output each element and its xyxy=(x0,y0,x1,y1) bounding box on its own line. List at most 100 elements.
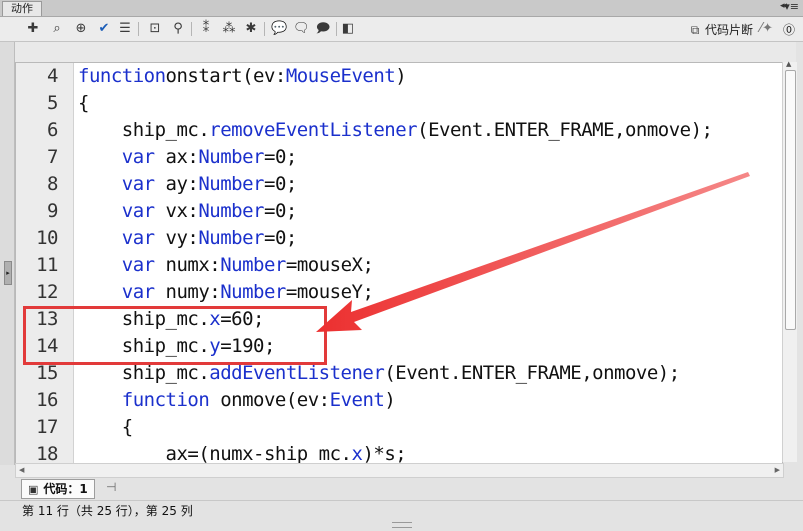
panel-menu-icon[interactable]: ▾≡ xyxy=(784,0,799,13)
code-token-fn: removeEventListener xyxy=(209,119,418,141)
code-token: =0; xyxy=(264,227,297,249)
code-token: onmove(ev: xyxy=(209,389,330,411)
code-token: )*s; xyxy=(362,443,407,464)
code-token-ty: Number xyxy=(198,146,264,168)
code-token-kw: var xyxy=(121,146,155,168)
help-icon[interactable]: ⓪ xyxy=(783,21,795,38)
code-token-kw: var xyxy=(121,173,155,195)
target-icon[interactable]: ⊕ xyxy=(73,21,89,37)
resize-grip[interactable] xyxy=(392,522,412,528)
code-token-kw: var xyxy=(121,227,155,249)
code-line[interactable]: 6 ship_mc.removeEventListener(Event.ENTE… xyxy=(16,117,782,144)
tab-code-1-label: 代码：1 xyxy=(43,482,88,496)
line-number: 6 xyxy=(47,119,58,141)
remove-comment-icon[interactable]: 🗩 xyxy=(315,21,331,37)
actions-toolbar: ✚ ⌕ ⊕ ✔ ☰ ⊡ ⚲ ⁑ ⁂ ✱ 💬 🗨 🗩 ◧ ⧉ 代码片断 ⁄✦ ⓪ xyxy=(0,17,803,42)
code-hint-icon[interactable]: ⊡ xyxy=(147,21,163,37)
find-icon[interactable]: ⌕ xyxy=(49,21,65,37)
vertical-scroll-thumb[interactable] xyxy=(785,70,796,330)
expand-all-icon[interactable]: ✱ xyxy=(243,21,259,37)
apply-block-comment-icon[interactable]: 💬 xyxy=(271,21,287,37)
code-token: ay: xyxy=(154,173,199,195)
code-line[interactable]: 12 var numy:Number=mouseY; xyxy=(16,279,782,306)
scroll-up-icon[interactable]: ▲ xyxy=(786,60,791,68)
code-area[interactable]: 4 functiononstart(ev:MouseEvent) 5{6 ship_… xyxy=(16,63,782,464)
code-text: var ax:Number=0; xyxy=(78,144,298,171)
scroll-right-icon[interactable]: ▶ xyxy=(775,464,780,477)
code-token-kw: function xyxy=(78,65,166,87)
code-line[interactable]: 7 var ax:Number=0; xyxy=(16,144,782,171)
check-syntax-icon[interactable]: ✔ xyxy=(96,21,112,37)
auto-format-icon[interactable]: ☰ xyxy=(117,21,133,37)
actions-panel: 动作 ◂◂ ▾≡ ✚ ⌕ ⊕ ✔ ☰ ⊡ ⚲ ⁑ ⁂ ✱ 💬 🗨 🗩 ◧ ⧉ 代码… xyxy=(0,0,803,531)
line-number: 16 xyxy=(36,389,58,411)
line-number: 18 xyxy=(36,443,58,464)
code-snippets-label: 代码片断 xyxy=(704,23,753,37)
code-line[interactable]: 4 functiononstart(ev:MouseEvent) xyxy=(16,63,782,90)
collapse-selection-icon[interactable]: ⁂ xyxy=(221,21,237,37)
tab-code-1[interactable]: ▣ 代码：1 xyxy=(21,479,95,499)
code-token: (Event.ENTER_FRAME,onmove); xyxy=(384,362,680,384)
code-token: vx: xyxy=(154,200,199,222)
line-number: 11 xyxy=(36,254,58,276)
collapse-braces-icon[interactable]: ⁑ xyxy=(198,21,214,37)
highlight-box xyxy=(23,306,327,365)
code-token: (Event.ENTER_FRAME,onmove); xyxy=(417,119,713,141)
code-token: ) xyxy=(395,65,407,87)
code-line[interactable]: 18 ax=(numx-ship_mc.x)*s; xyxy=(16,441,782,464)
vertical-scrollbar[interactable]: ▲ xyxy=(782,60,797,462)
add-action-icon[interactable]: ✚ xyxy=(25,21,41,37)
code-snippets-icon: ⧉ xyxy=(690,23,700,37)
code-text: function onmove(ev:Event) xyxy=(78,387,396,414)
code-text: var ay:Number=0; xyxy=(78,171,298,198)
line-number: 10 xyxy=(36,227,58,249)
code-line[interactable]: 9 var vx:Number=0; xyxy=(16,198,782,225)
code-line[interactable]: 17 { xyxy=(16,414,782,441)
code-token: ship_mc. xyxy=(78,119,210,141)
line-number: 5 xyxy=(47,92,58,114)
code-text: { xyxy=(78,414,133,441)
code-token-ty: Number xyxy=(220,281,286,303)
line-number: 4 xyxy=(47,65,58,87)
toolbar-separator xyxy=(264,22,265,36)
scroll-left-icon[interactable]: ◀ xyxy=(19,464,24,477)
code-text: functiononstart(ev:MouseEvent) xyxy=(78,63,407,90)
code-token: =0; xyxy=(264,173,297,195)
magic-wand-icon[interactable]: ⁄✦ xyxy=(760,21,773,36)
code-line[interactable]: 5{ xyxy=(16,90,782,117)
code-line[interactable]: 16 function onmove(ev:Event) xyxy=(16,387,782,414)
code-token-fn: addEventListener xyxy=(209,362,385,384)
panel-tab-actions[interactable]: 动作 xyxy=(2,1,42,16)
code-token: onstart(ev: xyxy=(165,65,287,87)
line-number: 7 xyxy=(47,146,58,168)
code-token: numy: xyxy=(154,281,221,303)
line-number: 8 xyxy=(47,173,58,195)
apply-line-comment-icon[interactable]: 🗨 xyxy=(293,21,310,37)
script-editor[interactable]: 4 functiononstart(ev:MouseEvent) 5{6 ship_… xyxy=(15,62,783,464)
code-token: =0; xyxy=(264,146,297,168)
script-tabs: ▣ 代码：1 ⊣ xyxy=(15,478,796,499)
code-token: ) xyxy=(384,389,396,411)
status-bar: 第 11 行（共 25 行），第 25 列 xyxy=(0,500,803,521)
show-hide-toolbox-icon[interactable]: ◧ xyxy=(340,21,356,37)
code-token-ty: Number xyxy=(198,227,264,249)
code-line[interactable]: 11 var numx:Number=mouseX; xyxy=(16,252,782,279)
code-text: { xyxy=(78,90,89,117)
toolbar-separator xyxy=(138,22,139,36)
debug-options-icon[interactable]: ⚲ xyxy=(170,21,186,37)
code-text: var numy:Number=mouseY; xyxy=(78,279,374,306)
code-snippets-button[interactable]: ⧉ 代码片断 xyxy=(688,22,753,38)
code-text: var numx:Number=mouseX; xyxy=(78,252,374,279)
code-token-ty: MouseEvent xyxy=(285,65,396,87)
script-file-icon: ▣ xyxy=(28,483,39,496)
code-token-kw: function xyxy=(121,389,210,411)
code-token: { xyxy=(78,92,89,114)
expand-navigator-icon[interactable]: ▸ xyxy=(4,261,12,285)
code-line[interactable]: 8 var ay:Number=0; xyxy=(16,171,782,198)
pin-icon[interactable]: ⊣ xyxy=(106,480,116,494)
horizontal-scrollbar[interactable]: ◀ ▶ xyxy=(15,463,784,478)
code-line[interactable]: 10 var vy:Number=0; xyxy=(16,225,782,252)
